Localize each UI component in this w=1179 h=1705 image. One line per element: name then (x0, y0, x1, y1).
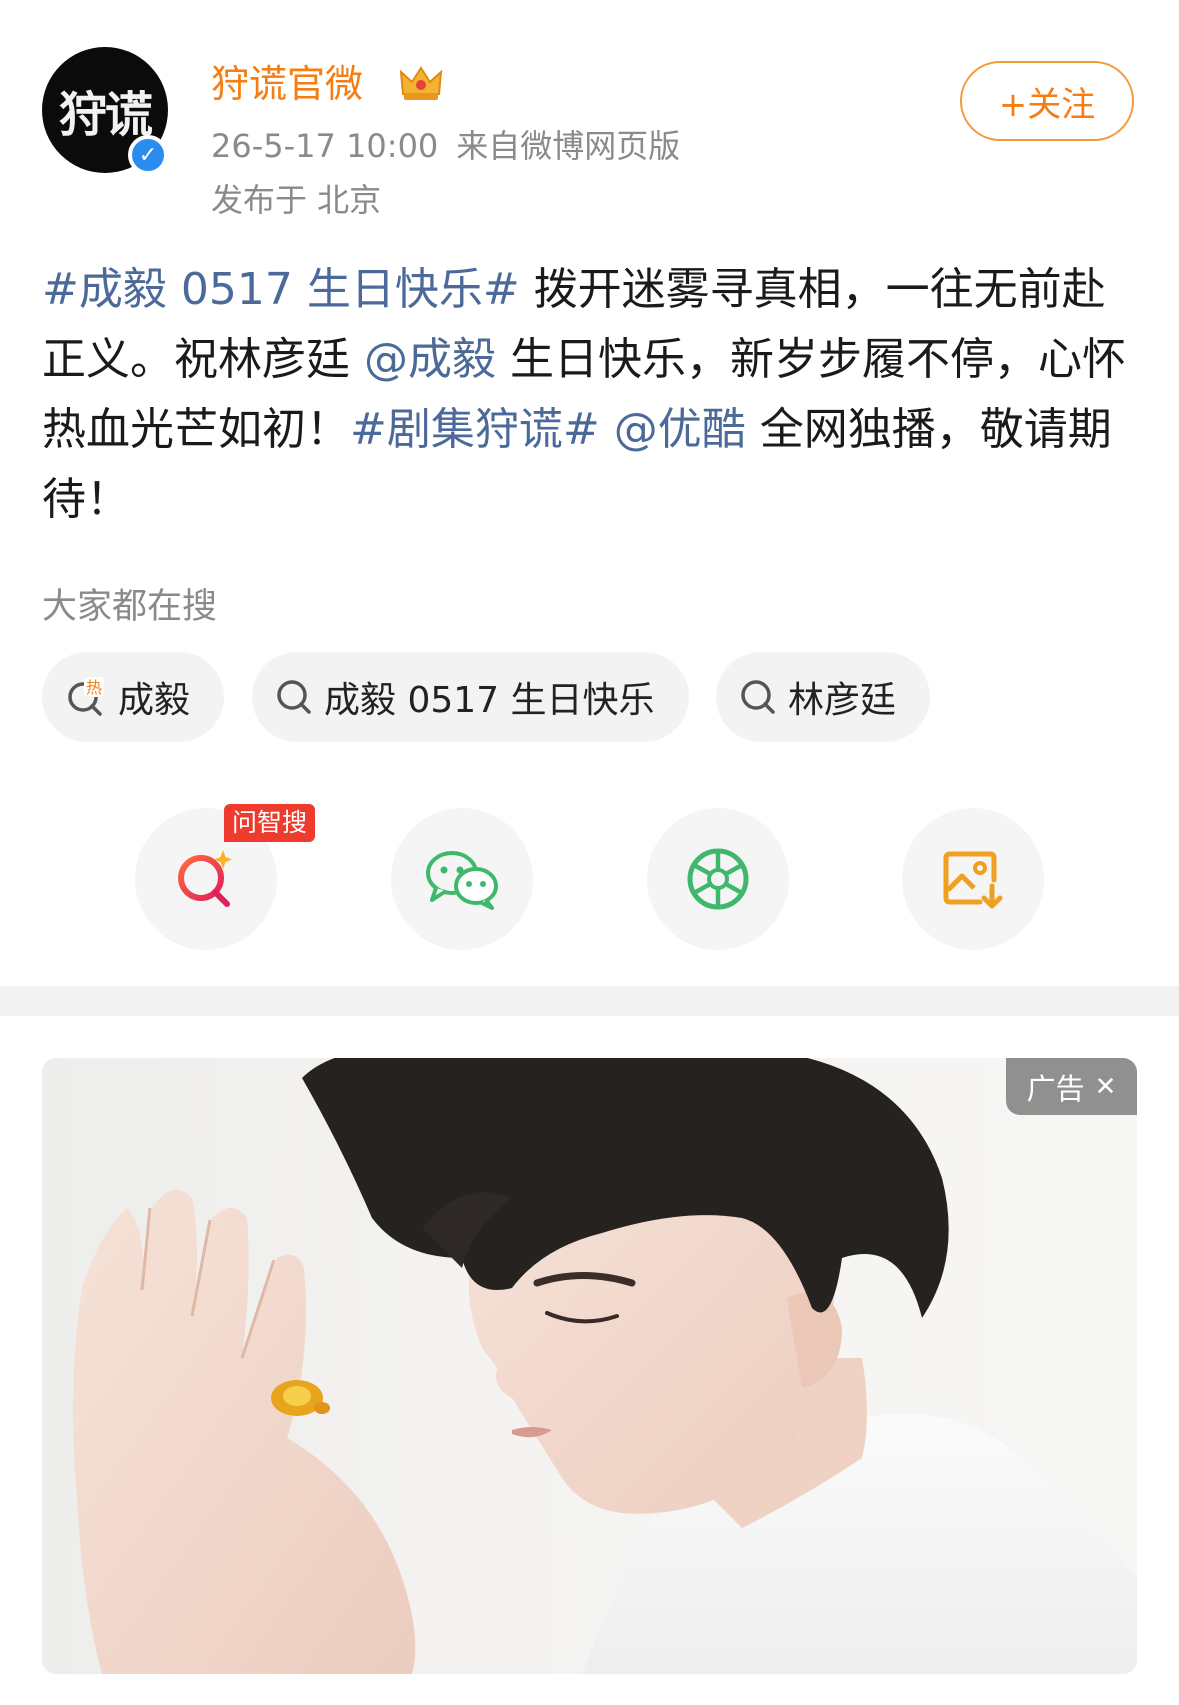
timestamp: 26-5-17 10:00 (211, 127, 439, 165)
section-divider (0, 986, 1179, 1016)
hot-search-chip[interactable]: 热 成毅 (42, 652, 225, 742)
post-source: 来自微博网页版 (456, 127, 681, 165)
moments-icon (687, 848, 749, 910)
follow-button[interactable]: +关注 (960, 61, 1134, 141)
wechat-icon (426, 851, 498, 910)
ad-image[interactable] (42, 1058, 1137, 1674)
close-icon[interactable]: ✕ (1095, 1072, 1117, 1102)
ai-search-icon (178, 850, 232, 907)
mention-link[interactable]: @成毅 (364, 334, 496, 385)
mention-link[interactable]: @优酷 (614, 404, 746, 455)
share-moments-button[interactable] (647, 808, 789, 950)
save-image-icon (943, 851, 1003, 909)
ai-search-badge: 问智搜 (224, 804, 316, 842)
share-wechat-button[interactable] (391, 808, 533, 950)
save-image-button[interactable] (902, 808, 1044, 950)
hashtag-link[interactable]: #剧集狩谎# (350, 404, 600, 455)
ad-tag[interactable]: 广告 ✕ (1006, 1058, 1137, 1115)
crown-icon (399, 66, 443, 100)
post-location: 发布于 北京 (211, 181, 382, 219)
hot-search-title: 大家都在搜 (42, 587, 218, 627)
chip-label: 成毅 (118, 680, 191, 721)
post-text: #成毅 0517 生日快乐# 拨开迷雾寻真相，一往无前赴正义。祝林彦廷 @成毅 … (42, 255, 1142, 535)
chip-label: 林彦廷 (788, 680, 897, 721)
hot-search-chip[interactable]: 林彦廷 (716, 652, 931, 742)
hot-char: 热 (86, 678, 102, 697)
avatar-text: 狩谎 (58, 87, 153, 143)
hashtag-link[interactable]: #成毅 0517 生日快乐# (42, 264, 520, 315)
hot-search-icon: 热 (68, 677, 104, 716)
post-meta: 26-5-17 10:00 来自微博网页版 (211, 124, 680, 168)
ad-photo (73, 1058, 1137, 1674)
hot-search-chip[interactable]: 成毅 0517 生日快乐 (252, 652, 689, 742)
verified-badge-icon: ✓ (128, 135, 168, 175)
ad-label: 广告 (1026, 1071, 1085, 1106)
username[interactable]: 狩谎官微 (211, 58, 363, 110)
search-icon (741, 680, 775, 714)
search-icon (277, 680, 311, 714)
chip-label: 成毅 0517 生日快乐 (324, 680, 655, 721)
